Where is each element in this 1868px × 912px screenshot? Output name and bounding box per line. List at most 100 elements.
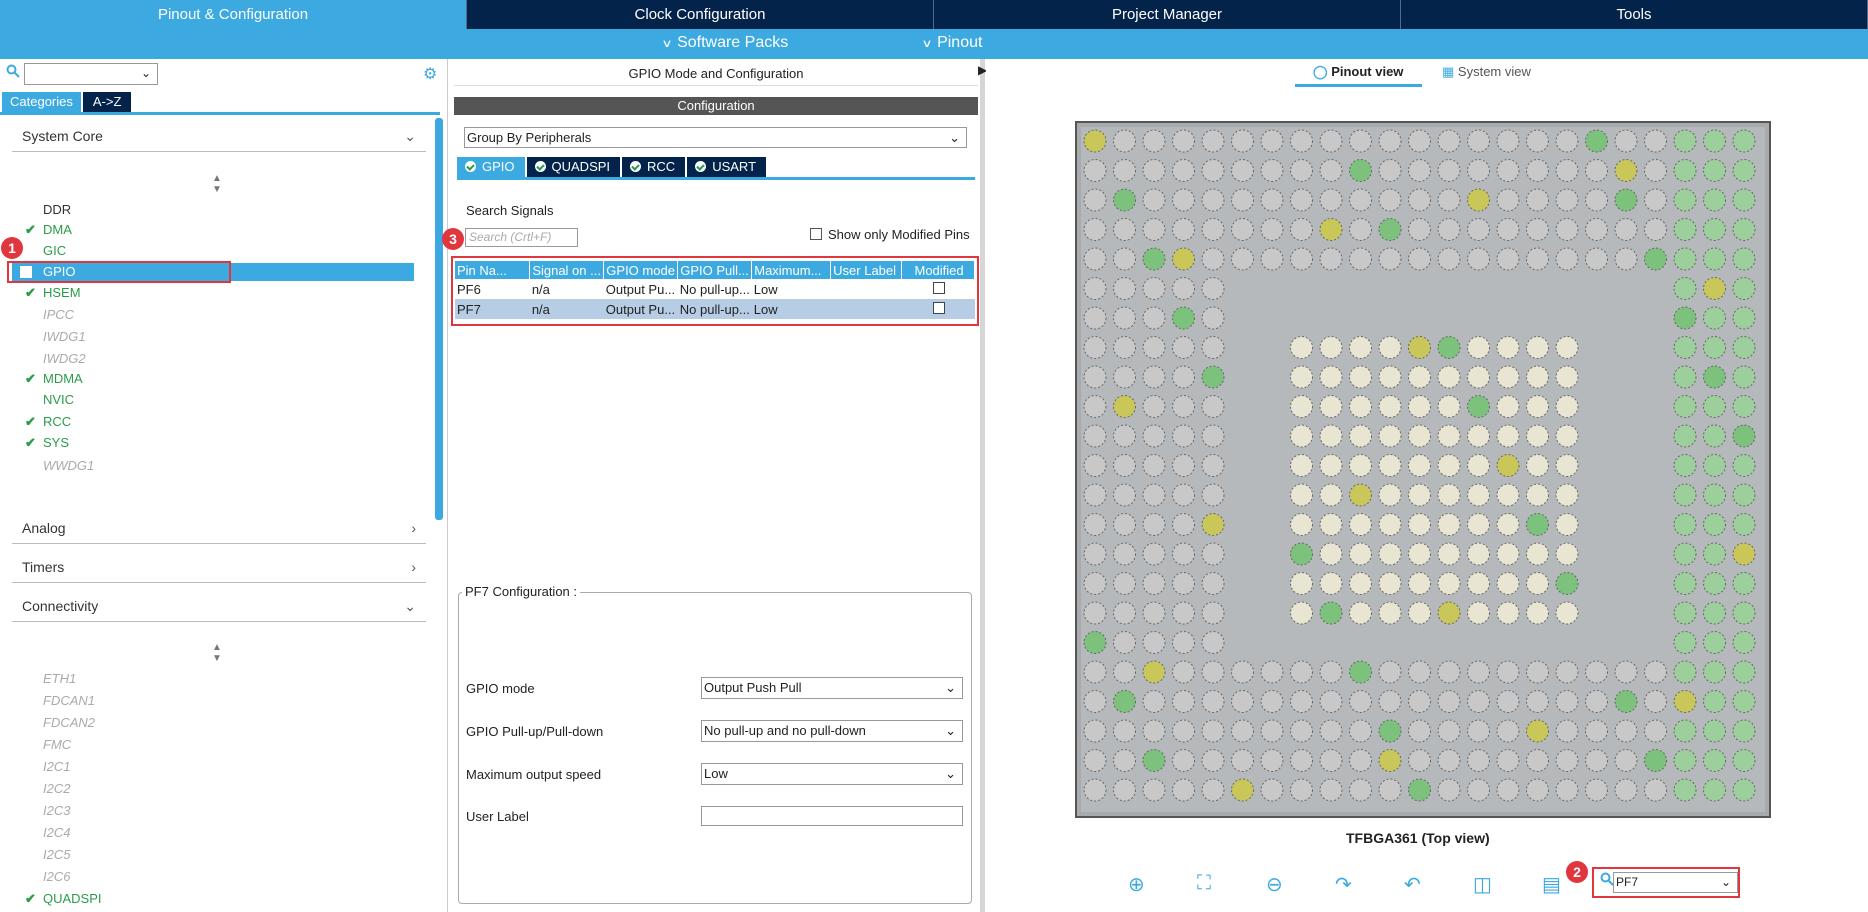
pin[interactable]: [1172, 365, 1195, 389]
panel-splitter[interactable]: [980, 59, 985, 912]
pin[interactable]: [1614, 719, 1638, 743]
pin[interactable]: [1231, 188, 1254, 212]
pin[interactable]: [1467, 365, 1490, 389]
pin[interactable]: [1555, 454, 1579, 477]
pin[interactable]: [1408, 454, 1431, 477]
pin[interactable]: [1437, 572, 1461, 595]
pin[interactable]: [1349, 483, 1372, 507]
pin[interactable]: [1378, 572, 1402, 595]
pin[interactable]: [1349, 572, 1372, 595]
pin[interactable]: [1378, 749, 1402, 772]
pin[interactable]: [1113, 542, 1136, 566]
pin[interactable]: [1378, 690, 1402, 713]
pin[interactable]: [1172, 306, 1195, 330]
pin[interactable]: [1349, 778, 1372, 802]
pin[interactable]: [1083, 542, 1107, 566]
pin[interactable]: [1201, 749, 1225, 772]
pin[interactable]: [1113, 277, 1136, 300]
checkbox[interactable]: [810, 228, 822, 240]
pin[interactable]: [1555, 749, 1579, 772]
pin[interactable]: [1703, 601, 1726, 625]
pin[interactable]: [1526, 218, 1549, 241]
pin[interactable]: [1201, 218, 1225, 241]
pin[interactable]: [1555, 542, 1579, 566]
pin[interactable]: [1467, 572, 1490, 595]
pin[interactable]: [1526, 778, 1549, 802]
pin[interactable]: [1408, 159, 1431, 182]
pin[interactable]: [1526, 129, 1549, 153]
tab-gpio[interactable]: GPIO: [457, 157, 525, 177]
pin[interactable]: [1585, 247, 1608, 271]
pin[interactable]: [1113, 690, 1136, 713]
pin[interactable]: [1349, 336, 1372, 359]
pin[interactable]: [1142, 513, 1166, 536]
pin[interactable]: [1732, 631, 1756, 654]
pin[interactable]: [1732, 159, 1756, 182]
pin[interactable]: [1555, 513, 1579, 536]
pin[interactable]: [1585, 218, 1608, 241]
pin[interactable]: [1614, 247, 1638, 271]
pin[interactable]: [1172, 690, 1195, 713]
pin[interactable]: [1378, 395, 1402, 418]
pin[interactable]: [1319, 159, 1343, 182]
pin[interactable]: [1437, 129, 1461, 153]
pin[interactable]: [1496, 572, 1520, 595]
pin[interactable]: [1172, 542, 1195, 566]
pin[interactable]: [1142, 395, 1166, 418]
pin[interactable]: [1673, 690, 1697, 713]
pin[interactable]: [1113, 749, 1136, 772]
pin[interactable]: [1732, 601, 1756, 625]
pin[interactable]: [1260, 749, 1284, 772]
pin[interactable]: [1437, 719, 1461, 743]
pin[interactable]: [1732, 660, 1756, 684]
tab-pinout-view[interactable]: ◯ Pinout view: [1313, 64, 1403, 80]
zoom-out-icon[interactable]: ⊖: [1266, 872, 1283, 897]
pin[interactable]: [1113, 631, 1136, 654]
pin[interactable]: [1290, 159, 1313, 182]
pin[interactable]: [1467, 719, 1490, 743]
pin[interactable]: [1437, 395, 1461, 418]
flip-icon[interactable]: ◫: [1473, 872, 1492, 897]
group-timers[interactable]: Timers ›: [12, 559, 426, 583]
tab-tools[interactable]: Tools: [1401, 0, 1868, 29]
list-item-quadspi[interactable]: ✔ QUADSPI: [25, 890, 102, 908]
pin[interactable]: [1644, 690, 1667, 713]
pin[interactable]: [1290, 749, 1313, 772]
pin[interactable]: [1673, 129, 1697, 153]
pin[interactable]: [1437, 454, 1461, 477]
pin[interactable]: [1703, 690, 1726, 713]
pin[interactable]: [1732, 395, 1756, 418]
pin[interactable]: [1349, 247, 1372, 271]
pin[interactable]: [1555, 129, 1579, 153]
pin[interactable]: [1290, 395, 1313, 418]
pin-grid[interactable]: [1081, 127, 1765, 812]
pin[interactable]: [1732, 572, 1756, 595]
list-item-sys[interactable]: ✔ SYS: [25, 434, 69, 452]
pin[interactable]: [1349, 218, 1372, 241]
pin[interactable]: [1703, 306, 1726, 330]
list-item-iwdg2[interactable]: IWDG2: [43, 350, 86, 368]
pin[interactable]: [1526, 572, 1549, 595]
pin[interactable]: [1201, 483, 1225, 507]
pin[interactable]: [1319, 336, 1343, 359]
pin[interactable]: [1732, 129, 1756, 153]
pin[interactable]: [1142, 542, 1166, 566]
pin[interactable]: [1083, 690, 1107, 713]
pin[interactable]: [1142, 365, 1166, 389]
group-by-select[interactable]: Group By Peripherals ⌄: [464, 127, 967, 148]
pin[interactable]: [1673, 188, 1697, 212]
pin[interactable]: [1290, 336, 1313, 359]
pin[interactable]: [1673, 542, 1697, 566]
pin[interactable]: [1437, 218, 1461, 241]
pin[interactable]: [1290, 454, 1313, 477]
pin[interactable]: [1319, 542, 1343, 566]
tab-pinout-configuration[interactable]: Pinout & Configuration: [0, 0, 467, 29]
pin[interactable]: [1142, 719, 1166, 743]
pin[interactable]: [1467, 188, 1490, 212]
pin[interactable]: [1378, 483, 1402, 507]
pin[interactable]: [1260, 690, 1284, 713]
pin[interactable]: [1437, 336, 1461, 359]
pin[interactable]: [1673, 660, 1697, 684]
pin[interactable]: [1378, 513, 1402, 536]
pin[interactable]: [1496, 542, 1520, 566]
